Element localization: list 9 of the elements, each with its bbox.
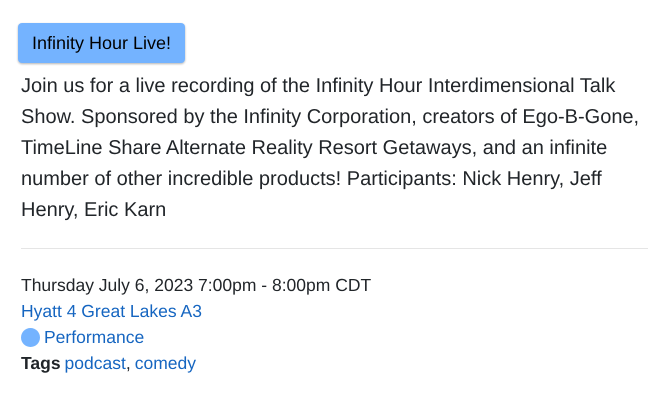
category-link[interactable]: Performance [44,324,144,350]
event-title-badge: Infinity Hour Live! [18,23,186,63]
event-description: Join us for a live recording of the Infinity Hour Interdimensional Talk Show. Sponsored by the Infinity Corporation, creators of Ego-B-Gone, TimeLine Share Alternate Reality Resort Getaways, and an infinite number of other incredible products! Participants: Nick Henry, Jeff Henry, Eric Karn [21,74,640,223]
tag-separator: , [126,352,131,375]
location-link[interactable]: Hyatt 4 Great Lakes A3 [21,301,202,321]
tag-link[interactable]: comedy [134,350,196,376]
event-datetime: Thursday July 6, 2023 7:00pm - 8:00pm CDT [21,274,372,297]
tags-label: Tags [21,352,61,375]
tag-link[interactable]: podcast [64,350,126,376]
